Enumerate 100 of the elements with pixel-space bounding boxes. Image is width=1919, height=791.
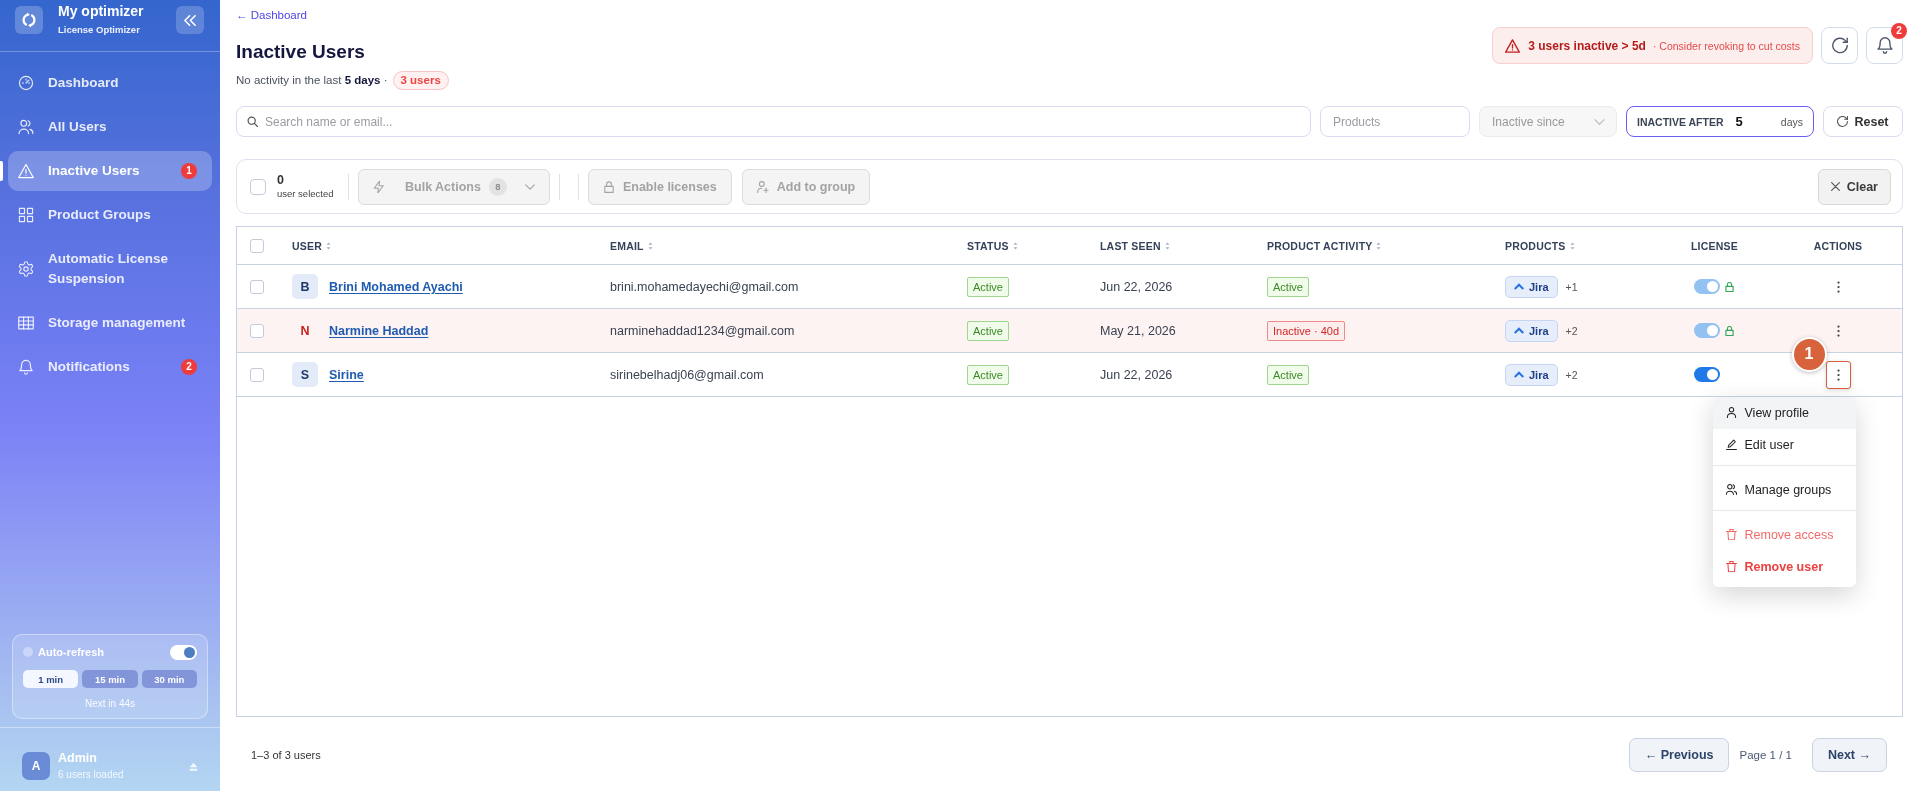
license-toggle[interactable] xyxy=(1694,367,1720,382)
sort-icon[interactable] xyxy=(1376,241,1382,250)
auto-refresh-toggle[interactable] xyxy=(170,644,197,660)
page-subtitle: No activity in the last 5 days · xyxy=(236,74,388,86)
page-title: Inactive Users xyxy=(236,40,365,64)
license-toggle[interactable] xyxy=(1694,279,1720,294)
next-button[interactable]: Next → xyxy=(1811,738,1887,772)
alert-detail: · Consider revoking to cut costs xyxy=(1652,39,1800,52)
table-icon xyxy=(18,315,34,331)
column-header: ACTIONS xyxy=(1813,239,1863,252)
eject-icon[interactable] xyxy=(189,761,198,771)
field-label: INACTIVE AFTER xyxy=(1637,115,1724,128)
email-text: brini.mohamedayechi@gmail.com xyxy=(610,279,799,294)
nav-item[interactable]: Inactive Users 1 xyxy=(8,151,212,191)
lightning-icon xyxy=(373,180,385,193)
refresh-button[interactable] xyxy=(1821,27,1858,64)
column-header: LICENSE xyxy=(1691,239,1738,252)
products-field[interactable]: Products xyxy=(1320,106,1470,137)
nav-item[interactable]: Dashboard xyxy=(8,63,212,103)
user-name-link[interactable]: Sirine xyxy=(329,367,364,382)
users-icon xyxy=(1725,484,1737,495)
user-avatar: S xyxy=(292,362,318,387)
user-avatar: A xyxy=(22,752,50,780)
user-detail: 6 users loaded xyxy=(58,768,124,781)
grid-icon xyxy=(18,207,34,223)
selected-label: user selected xyxy=(277,188,335,200)
select-all-checkbox[interactable] xyxy=(250,238,264,253)
clear-button[interactable]: Clear xyxy=(1817,168,1891,205)
dot-icon xyxy=(23,647,33,657)
product-logo-icon xyxy=(1514,283,1524,290)
user-avatar: N xyxy=(299,322,311,340)
more-actions-button[interactable] xyxy=(1825,360,1851,389)
pencil-icon xyxy=(1725,439,1737,450)
countdown-text: Next in 44s xyxy=(84,697,136,710)
trash-icon xyxy=(1725,561,1737,572)
count-badge: 8 xyxy=(488,177,507,196)
days-input[interactable]: 5 xyxy=(1733,110,1766,133)
row-checkbox[interactable] xyxy=(250,323,264,338)
person-icon xyxy=(1725,407,1737,418)
menu-item[interactable]: Edit user xyxy=(1712,428,1856,461)
app-subtitle: License Optimizer xyxy=(58,23,141,36)
menu-item[interactable]: Remove access xyxy=(1712,509,1856,551)
alert-headline: 3 users inactive > 5d xyxy=(1528,38,1646,53)
activity-badge: Inactive · 40d xyxy=(1267,320,1346,341)
menu-item[interactable]: Manage groups xyxy=(1712,464,1856,506)
lock-icon xyxy=(602,180,615,193)
license-toggle[interactable] xyxy=(1694,323,1720,338)
row-checkbox[interactable] xyxy=(250,367,264,382)
selected-count: 0 xyxy=(277,173,285,188)
trash-icon xyxy=(1725,529,1737,540)
last-seen-text: Jun 22, 2026 xyxy=(1100,367,1173,382)
kebab-icon xyxy=(1836,280,1840,293)
back-link[interactable]: ← Dashboard xyxy=(236,7,307,23)
interval-button[interactable]: 1 min xyxy=(23,670,79,688)
email-text: narminehaddad1234@gmail.com xyxy=(610,323,795,338)
user-name-link[interactable]: Narmine Haddad xyxy=(329,323,429,338)
activity-badge: Active xyxy=(1267,276,1309,297)
chevrons-left-icon xyxy=(184,14,196,26)
nav-item[interactable]: Storage management xyxy=(8,303,212,343)
interval-button[interactable]: 30 min xyxy=(141,670,197,688)
user-avatar: B xyxy=(292,274,318,299)
gear-icon xyxy=(18,261,34,277)
search-field[interactable]: Search name or email... xyxy=(236,106,1311,137)
sort-icon[interactable] xyxy=(1164,241,1170,250)
user-plus-icon xyxy=(756,180,769,193)
nav-item[interactable]: Automatic License Suspension xyxy=(8,239,212,299)
nav-item[interactable]: All Users xyxy=(8,107,212,147)
user-name: Admin xyxy=(58,751,98,766)
activity-badge: Active xyxy=(1267,364,1309,385)
row-checkbox[interactable] xyxy=(250,279,264,294)
chevron-down-icon xyxy=(524,183,535,190)
nav-item[interactable]: Product Groups xyxy=(8,195,212,235)
close-icon xyxy=(1830,182,1840,191)
refresh-icon xyxy=(1837,116,1849,127)
users-icon xyxy=(18,119,34,135)
previous-button[interactable]: ← Previous xyxy=(1628,738,1730,772)
sort-icon[interactable] xyxy=(326,241,331,250)
column-header: EMAIL xyxy=(610,239,644,252)
interval-button[interactable]: 15 min xyxy=(82,670,138,688)
product-name: Jira xyxy=(1529,324,1549,337)
last-seen-text: Jun 22, 2026 xyxy=(1100,279,1173,294)
kebab-icon xyxy=(1836,368,1840,381)
column-header: STATUS xyxy=(967,239,1009,252)
column-header: PRODUCTS xyxy=(1505,239,1566,252)
sort-icon[interactable] xyxy=(1569,241,1575,250)
collapse-button[interactable] xyxy=(176,6,204,34)
notification-badge: 2 xyxy=(1891,23,1907,39)
product-logo-icon xyxy=(1514,371,1524,378)
sort-icon[interactable] xyxy=(647,241,653,250)
results-summary: 1–3 of 3 users xyxy=(251,749,321,761)
count-badge: 1 xyxy=(181,163,197,179)
select-checkbox[interactable] xyxy=(250,178,266,195)
unit-label: days xyxy=(1780,115,1803,128)
user-name-link[interactable]: Brini Mohamed Ayachi xyxy=(329,279,463,294)
kebab-icon xyxy=(1836,324,1840,337)
reset-button[interactable]: Reset xyxy=(1823,106,1903,137)
menu-item[interactable]: Remove user xyxy=(1712,550,1856,583)
menu-item[interactable]: View profile xyxy=(1712,396,1856,429)
sort-icon[interactable] xyxy=(1012,241,1018,250)
nav-item[interactable]: Notifications 2 xyxy=(8,347,212,387)
